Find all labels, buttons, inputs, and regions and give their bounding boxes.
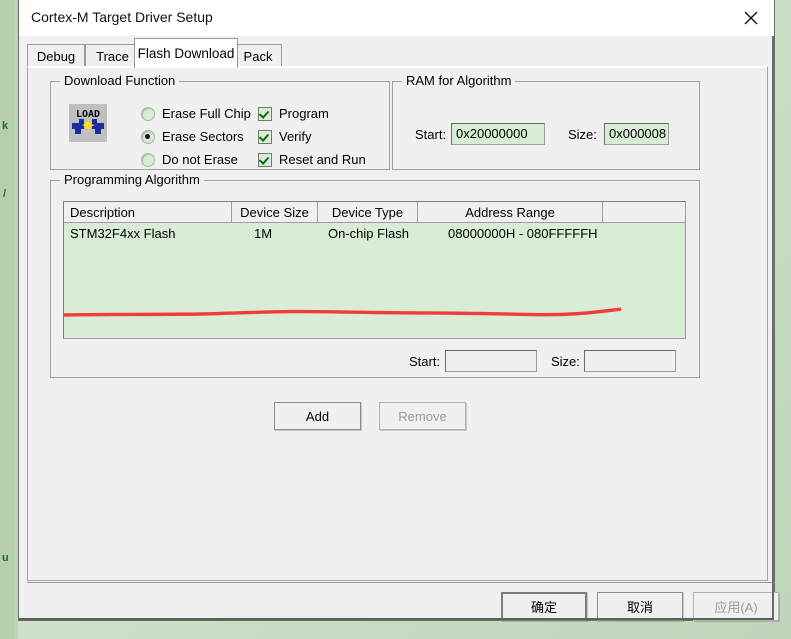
tab-pack[interactable]: Pack bbox=[234, 44, 282, 68]
radio-erase-full-chip-label: Erase Full Chip bbox=[162, 106, 251, 121]
tab-pack-label: Pack bbox=[243, 49, 273, 64]
checkbox-program[interactable]: Program bbox=[258, 106, 329, 121]
ram-for-algorithm-group: RAM for Algorithm Start: 0x20000000 Size… bbox=[392, 73, 700, 170]
remove-button: Remove bbox=[379, 402, 466, 430]
cell-device-type: On-chip Flash bbox=[328, 226, 409, 241]
column-header-address-range-label: Address Range bbox=[465, 204, 555, 220]
column-header-device-type-label: Device Type bbox=[331, 204, 404, 220]
add-button-label: Add bbox=[305, 408, 330, 424]
cell-address-range: 08000000H - 080FFFFFH bbox=[448, 226, 598, 241]
checkbox-reset-and-run-label: Reset and Run bbox=[279, 152, 366, 167]
checkbox-reset-and-run[interactable]: Reset and Run bbox=[258, 152, 366, 167]
column-header-device-size[interactable]: Device Size bbox=[232, 202, 318, 222]
ram-size-input[interactable]: 0x000008 bbox=[604, 123, 669, 145]
background-glyph-slash: / bbox=[3, 188, 7, 200]
ok-button[interactable]: 确定 bbox=[501, 592, 587, 621]
tab-trace[interactable]: Trace bbox=[85, 44, 140, 68]
column-header-description[interactable]: Description bbox=[64, 202, 232, 222]
column-header-description-label: Description bbox=[70, 204, 136, 220]
checkbox-verify-mark bbox=[258, 129, 272, 144]
checkbox-program-mark bbox=[258, 106, 272, 121]
ram-for-algorithm-legend: RAM for Algorithm bbox=[402, 73, 516, 88]
column-header-address-range[interactable]: Address Range bbox=[418, 202, 603, 222]
apply-button-label: 应用(A) bbox=[714, 600, 758, 615]
radio-erase-full-chip-mark bbox=[141, 106, 155, 121]
download-function-group: Download Function LOAD Erase Full Chip E… bbox=[50, 73, 390, 170]
background-glyph-u: u bbox=[2, 552, 9, 564]
radio-erase-sectors-mark bbox=[141, 129, 155, 144]
background-glyph-k: k bbox=[2, 120, 9, 132]
dialog-title: Cortex-M Target Driver Setup bbox=[31, 9, 213, 25]
programming-algorithm-list[interactable]: Description Device Size Device Type Addr… bbox=[63, 201, 686, 339]
dialog-bottom-edge bbox=[19, 618, 774, 620]
dialog-titlebar: Cortex-M Target Driver Setup bbox=[19, 0, 774, 36]
column-header-device-size-label: Device Size bbox=[240, 204, 309, 220]
background-window-strip-inner bbox=[0, 0, 14, 639]
tab-debug[interactable]: Debug bbox=[27, 44, 85, 68]
radio-erase-full-chip[interactable]: Erase Full Chip bbox=[141, 106, 251, 121]
column-header-spare[interactable] bbox=[603, 202, 685, 222]
tab-flash-download-label: Flash Download bbox=[137, 46, 235, 61]
checkbox-verify-label: Verify bbox=[279, 129, 312, 144]
column-header-device-type[interactable]: Device Type bbox=[318, 202, 418, 222]
svg-text:LOAD: LOAD bbox=[76, 109, 100, 120]
download-function-legend: Download Function bbox=[60, 73, 180, 88]
background-window-strip bbox=[0, 0, 18, 639]
table-row[interactable]: STM32F4xx Flash 1M On-chip Flash 0800000… bbox=[64, 224, 685, 244]
algorithm-size-input[interactable] bbox=[584, 350, 676, 372]
load-icon: LOAD bbox=[69, 104, 107, 142]
ram-start-input[interactable]: 0x20000000 bbox=[451, 123, 545, 145]
cell-device-size: 1M bbox=[254, 226, 273, 241]
radio-do-not-erase-label: Do not Erase bbox=[162, 152, 238, 167]
remove-button-label: Remove bbox=[398, 408, 447, 424]
algorithm-start-label: Start: bbox=[409, 354, 441, 369]
checkbox-verify[interactable]: Verify bbox=[258, 129, 312, 144]
ok-button-label: 确定 bbox=[530, 600, 557, 615]
add-button[interactable]: Add bbox=[274, 402, 361, 430]
tab-debug-label: Debug bbox=[36, 49, 76, 64]
ram-size-label: Size: bbox=[568, 127, 597, 142]
footer-separator bbox=[27, 582, 775, 583]
tab-trace-label: Trace bbox=[96, 49, 129, 64]
algorithm-size-label: Size: bbox=[551, 354, 580, 369]
algorithm-start-input[interactable] bbox=[445, 350, 537, 372]
target-driver-setup-dialog: Cortex-M Target Driver Setup Debug Trace… bbox=[18, 0, 779, 621]
radio-erase-sectors[interactable]: Erase Sectors bbox=[141, 129, 244, 144]
cancel-button-label: 取消 bbox=[626, 600, 653, 615]
programming-algorithm-legend: Programming Algorithm bbox=[60, 172, 204, 187]
programming-algorithm-list-header: Description Device Size Device Type Addr… bbox=[64, 202, 685, 223]
checkbox-program-label: Program bbox=[279, 106, 329, 121]
apply-button: 应用(A) bbox=[693, 592, 779, 621]
close-icon[interactable] bbox=[728, 0, 774, 36]
cancel-button[interactable]: 取消 bbox=[597, 592, 683, 621]
checkbox-reset-and-run-mark bbox=[258, 152, 272, 167]
programming-algorithm-group: Programming Algorithm Description Device… bbox=[50, 172, 700, 378]
cell-description: STM32F4xx Flash bbox=[70, 226, 176, 241]
radio-erase-sectors-label: Erase Sectors bbox=[162, 129, 244, 144]
radio-do-not-erase[interactable]: Do not Erase bbox=[141, 152, 238, 167]
tab-strip: Debug Trace Flash Download Pack bbox=[19, 36, 774, 68]
radio-do-not-erase-mark bbox=[141, 152, 155, 167]
tab-flash-download[interactable]: Flash Download bbox=[134, 38, 238, 68]
dialog-right-edge bbox=[772, 36, 774, 620]
flash-download-panel: Download Function LOAD Erase Full Chip E… bbox=[27, 66, 768, 581]
ram-start-label: Start: bbox=[415, 127, 447, 142]
